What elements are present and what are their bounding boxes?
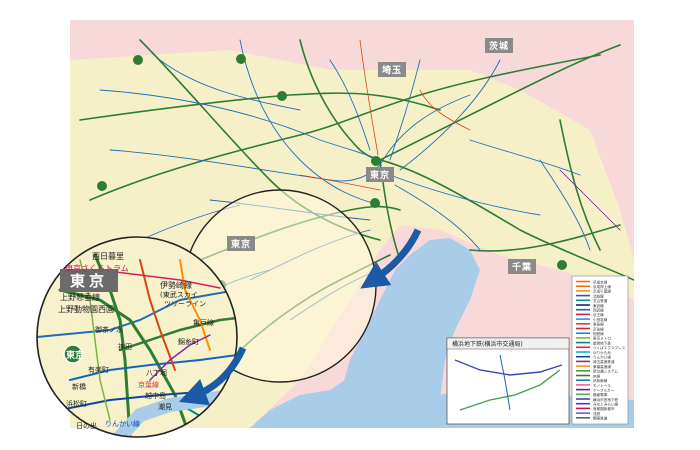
zoom-label-ueno-line: 上野懸垂線 [60,293,100,302]
legend-item-label: りんかい線 [593,355,611,360]
legend-item-label: 流鉄 [593,411,601,416]
legend-item-label: モノレール [593,384,611,388]
station-node-icon [97,181,107,191]
zoom-label-shinbashi: 新橋 [72,383,86,391]
prefecture-label-tokyo-zoom-source: 東京 [227,236,256,251]
legend-item-label: 京成押上線 [593,284,611,289]
legend-item-label: 路面電車 [593,392,608,397]
zoom-label-keiyo-line: 京葉線 [138,381,159,389]
zoom-label-kameido: 亀戸線 [193,319,214,327]
zoom-label-ochanomizu: 御茶ノ水 [95,326,123,334]
legend-item-label: 都営地下鉄 [593,340,611,345]
inset-title: 横浜地下鉄(横浜市交通局) [452,341,523,348]
prefecture-label-chiba: 千葉 [508,259,537,274]
legend-item-label: 東京メトロ [593,336,611,341]
station-node-icon [370,198,380,208]
zoom-label-tokyo-sakura-tram: 東京さくらトラム [65,264,129,273]
zoom-label-nishi-nippori: 西日暮里 [92,252,124,261]
legend-item-label: ケーブルカー [593,387,615,392]
prefecture-label-ibaraki: 茨城 [485,38,514,53]
station-node-icon [557,260,567,270]
zoom-label-rinkai: りんかい線 [105,420,140,428]
station-node-icon [236,54,246,64]
legend-item-label: 横浜市営地下鉄 [593,397,619,402]
legend-item-label: 東武線 [593,303,604,308]
legend-item-label: 京急線 [593,326,604,331]
legend-item-label: 関東鉄道 [593,416,608,421]
station-node-icon [371,156,381,166]
station-node-icon [277,91,287,101]
zoom-label-daiba: 日の出 [76,422,97,430]
legend-item-label: 新交通システム [593,369,618,374]
zoom-label-hamamatsucho: 浜松町 [66,400,87,408]
inset-map [446,337,570,425]
legend-item-label: JR新幹線 [592,378,608,383]
zoom-label-echujima: 越中島 [145,392,166,400]
legend-item-label: 小田急線 [593,317,608,322]
prefecture-label-saitama: 埼玉 [378,62,407,77]
legend-item-label: 西武線 [593,308,604,313]
legend-item-label: つくばエクスプレス [593,345,626,350]
prefecture-label-tokyo: 東京 [366,167,395,182]
zoom-label-tokyo-station: 東京 [66,351,85,361]
legend-item-label: ゆりかもめ [593,350,611,355]
zoom-label-kanda: 神田 [118,343,132,351]
legend-item-label: 芝山鉄道 [593,298,608,303]
railway-map: 京成本線京成押上線京成千葉線北総線芝山鉄道東武線西武線京王線小田急線東急線京急線… [36,20,634,438]
legend-item-label: 京王線 [593,312,604,317]
legend-item-label: みなとみらい線 [593,402,619,407]
legend-item-label: 北総線 [593,293,604,298]
zoom-label-kinshicho: 錦糸町 [178,338,199,346]
zoom-label-skytree-line-2: ツリーライン [164,300,206,308]
zoom-label-ueno-zoo: 上野動物園西園 [58,305,114,314]
legend-item-label: JR線 [592,373,601,378]
legend-item-label: 東急線 [593,322,604,327]
zoom-label-shiomi: 潮見 [158,403,172,411]
legend-item-label: 首都圏新都市 [593,406,615,411]
legend-item-label: 京成本線 [593,279,608,284]
station-node-icon [133,55,143,65]
legend-item-label: 東葉高速線 [593,364,611,369]
legend-item-label: 京成千葉線 [593,289,611,294]
zoom-label-hatchobori: 八丁堀 [146,369,167,377]
zoom-label-yurakucho: 有楽町 [88,366,109,374]
legend-item-label: 相鉄線 [593,331,604,336]
legend-item-label: 埼玉高速鉄道 [593,359,615,364]
